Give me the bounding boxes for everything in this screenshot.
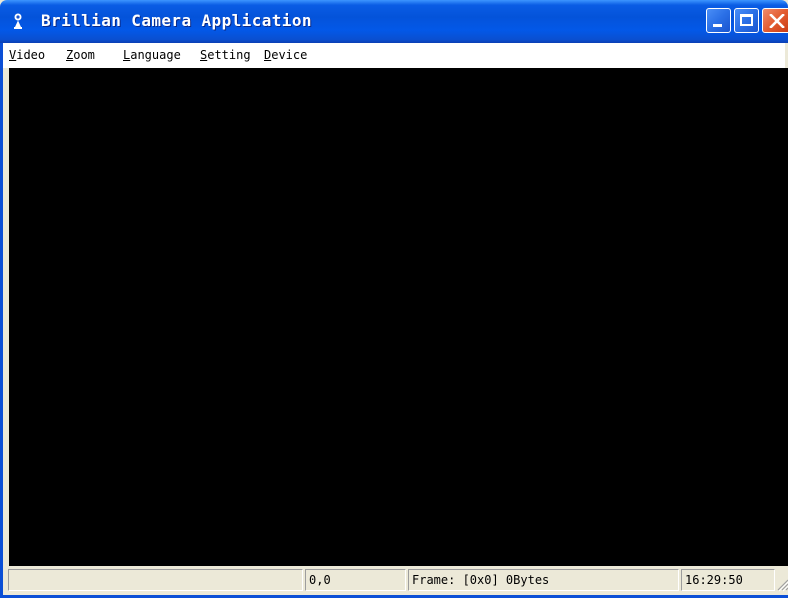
menu-setting[interactable]: Setting [200,48,251,62]
menu-language[interactable]: Language [123,48,181,62]
minimize-icon [713,24,722,27]
camera-app-icon[interactable] [10,12,26,30]
minimize-button[interactable] [706,8,731,33]
status-pane-time: 16:29:50 [681,569,775,591]
status-pane-frame-info: Frame: [0x0] 0Bytes [408,569,679,591]
status-pane-message [8,569,303,591]
maximize-icon [740,14,753,26]
close-icon [769,14,785,28]
menu-video[interactable]: Video [9,48,45,62]
maximize-button[interactable] [734,8,759,33]
menu-bar: Video Zoom Language Setting Device [3,43,785,68]
video-preview[interactable] [9,68,788,566]
menu-device[interactable]: Device [264,48,307,62]
status-pane-coordinates: 0,0 [305,569,406,591]
menu-zoom[interactable]: Zoom [66,48,95,62]
close-button[interactable] [762,8,788,33]
window-title: Brillian Camera Application [41,11,312,30]
resize-grip-icon[interactable] [775,574,788,592]
title-bar[interactable]: Brillian Camera Application [0,0,788,43]
app-window: Brillian Camera Application Video Zoom L… [0,0,788,598]
status-bar: 0,0 Frame: [0x0] 0Bytes 16:29:50 [3,566,788,595]
